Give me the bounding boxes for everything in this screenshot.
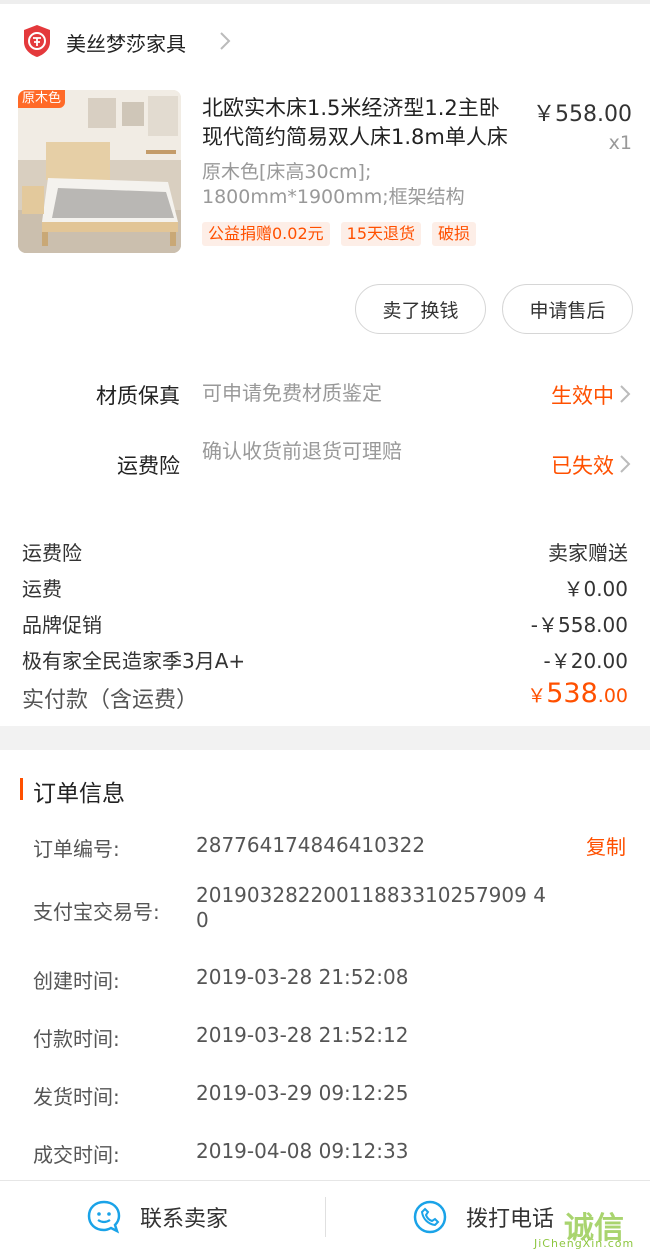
fee-row: 运费险 卖家赠送 (22, 537, 628, 567)
chevron-right-icon (220, 32, 231, 50)
watermark-logo: 诚信 JiChengXin.com (534, 1203, 646, 1250)
sell-for-cash-button[interactable]: 卖了换钱 (355, 284, 486, 334)
fee-value: -￥20.00 (543, 649, 628, 673)
service-label: 材质保真 (96, 384, 180, 408)
section-accent-bar (20, 778, 23, 800)
service-status: 已失效 (551, 454, 614, 478)
product-quantity: x1 (608, 132, 632, 154)
fee-label: 运费 (22, 577, 62, 601)
product-image[interactable]: 原木色 (18, 90, 181, 253)
service-desc: 确认收货前退货可理赔 (202, 439, 402, 463)
service-desc: 可申请免费材质鉴定 (202, 381, 382, 405)
total-amount: ￥538.00 (527, 678, 628, 709)
total-label: 实付款（含运费） (22, 688, 199, 713)
enterprise-badge-icon (24, 25, 50, 57)
chat-bubble-icon (87, 1200, 121, 1233)
info-key: 创建时间: (33, 969, 120, 993)
info-value: 2019-03-29 09:12:25 (196, 1081, 409, 1105)
chevron-right-icon (620, 455, 631, 473)
watermark-text: JiChengXin.com (534, 1237, 635, 1250)
info-value: 2019-03-28 21:52:08 (196, 965, 409, 989)
fee-label: 品牌促销 (22, 613, 102, 637)
info-key: 发货时间: (33, 1085, 120, 1109)
product-tags: 公益捐赠0.02元 15天退货 破损 (202, 222, 477, 246)
service-status: 生效中 (551, 384, 614, 408)
contact-seller-label: 联系卖家 (140, 1206, 229, 1232)
fee-row: 品牌促销 -￥558.00 (22, 609, 628, 639)
call-button[interactable]: 拨打电话 (412, 1181, 554, 1251)
tag-charity: 公益捐赠0.02元 (202, 222, 330, 246)
phone-icon (413, 1200, 447, 1233)
fee-value: ￥0.00 (563, 577, 628, 601)
tag-return-policy: 15天退货 (340, 222, 422, 246)
divider (325, 1197, 326, 1237)
total-row: 实付款（含运费） ￥538.00 (22, 678, 628, 722)
product-title[interactable]: 北欧实木床1.5米经济型1.2主卧现代简约简易双人床1.8m单人床 (202, 94, 514, 152)
info-key: 支付宝交易号: (33, 900, 160, 924)
total-decimal: .00 (597, 685, 628, 707)
chevron-right-icon (620, 385, 631, 403)
after-sale-button[interactable]: 申请售后 (502, 284, 633, 334)
fee-label: 运费险 (22, 541, 82, 565)
service-row-material[interactable]: 材质保真 可申请免费材质鉴定 生效中 (0, 374, 650, 434)
fee-label: 极有家全民造家季3月A+ (22, 649, 246, 673)
copy-order-number-button[interactable]: 复制 (586, 831, 626, 860)
product-sku: 原木色[床高30cm]; 1800mm*1900mm;框架结构 (202, 161, 465, 208)
shop-row[interactable]: 美丝梦莎家具 (0, 20, 650, 64)
service-label: 运费险 (117, 454, 180, 478)
tag-damage: 破损 (432, 222, 477, 246)
section-title-text: 订单信息 (33, 781, 125, 807)
color-badge: 原木色 (18, 90, 66, 108)
total-currency: ￥ (527, 685, 547, 707)
total-integer: 538 (546, 678, 598, 709)
fee-row: 极有家全民造家季3月A+ -￥20.00 (22, 645, 628, 675)
fee-value: -￥558.00 (530, 613, 628, 637)
info-key: 成交时间: (33, 1143, 120, 1167)
info-value: 20190328220011883310257909 40 (196, 883, 546, 932)
info-key: 订单编号: (33, 837, 120, 861)
info-key: 付款时间: (33, 1027, 120, 1051)
fee-row: 运费 ￥0.00 (22, 573, 628, 603)
contact-seller-button[interactable]: 联系卖家 (86, 1181, 228, 1251)
info-value: 2019-03-28 21:52:12 (196, 1023, 409, 1047)
fee-value: 卖家赠送 (548, 541, 628, 565)
shop-name: 美丝梦莎家具 (66, 32, 186, 56)
info-value: 2019-04-08 09:12:33 (196, 1139, 409, 1163)
product-price: ￥558.00 (533, 102, 632, 127)
service-row-freight[interactable]: 运费险 确认收货前退货可理赔 已失效 (0, 436, 650, 496)
bed-photo (18, 90, 181, 253)
info-value: 287764174846410322 (196, 833, 426, 857)
